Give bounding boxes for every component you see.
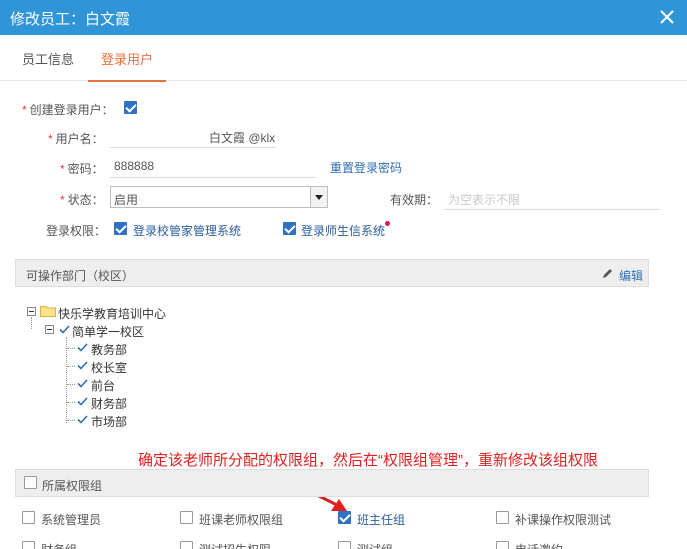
tree-campus[interactable]: 简单学一校区	[72, 323, 144, 340]
tree-root[interactable]: 快乐学教育培训中心	[58, 305, 166, 322]
tree-line	[31, 317, 32, 329]
check-icon	[77, 379, 88, 388]
permission-groups-select-all-checkbox[interactable]	[24, 476, 37, 489]
group-label: 补课操作权限测试	[515, 513, 612, 527]
dialog-title: 修改员工：白文霞	[10, 11, 131, 28]
group-label: 班课老师权限组	[199, 513, 284, 527]
status-label: * 状态：	[60, 193, 104, 207]
create-login-checkbox[interactable]	[124, 101, 137, 114]
group-checkbox[interactable]	[180, 511, 193, 524]
edit-departments-link[interactable]: 编辑	[619, 267, 643, 284]
username-label: * 用户名：	[48, 132, 104, 146]
check-icon	[77, 397, 88, 406]
expiry-underline	[444, 209, 660, 210]
folder-icon	[40, 306, 56, 317]
check-icon	[77, 415, 88, 424]
close-icon[interactable]	[657, 7, 677, 27]
permissions-label: 登录权限：	[46, 224, 107, 238]
tree-dept-item[interactable]: 市场部	[91, 413, 127, 430]
group-label: 测试招生权限	[199, 541, 271, 549]
status-value: 启用	[114, 193, 139, 207]
departments-section-header: 可操作部门（校区） 编辑	[15, 259, 649, 287]
group-label: 财务组	[41, 541, 77, 549]
group-checkbox[interactable]	[22, 541, 35, 549]
tree-dept-item[interactable]: 教务部	[91, 341, 127, 358]
group-checkbox[interactable]	[22, 511, 35, 524]
password-underline	[110, 177, 316, 178]
perm-manager-label: 登录校管家管理系统	[133, 224, 242, 238]
tab-login-user[interactable]: 登录用户	[88, 35, 166, 82]
tree-line	[67, 384, 75, 385]
chevron-down-icon[interactable]	[310, 187, 327, 207]
check-icon	[77, 343, 88, 352]
perm-teacher-student-label: 登录师生信系统	[301, 224, 386, 238]
permission-groups-section-header: 所属权限组	[15, 469, 649, 497]
group-checkbox[interactable]	[338, 541, 351, 549]
expiry-input[interactable]: 为空表示不限	[448, 191, 520, 208]
group-checkbox[interactable]	[496, 541, 509, 549]
tree-dept-item[interactable]: 财务部	[91, 395, 127, 412]
dialog-titlebar: 修改员工：白文霞	[0, 0, 687, 35]
reset-password-link[interactable]: 重置登录密码	[330, 159, 402, 176]
password-input[interactable]: 888888	[114, 159, 154, 173]
create-login-label: * 创建登录用户：	[22, 103, 114, 117]
status-select[interactable]: 启用	[110, 186, 328, 208]
annotation-text: 确定该老师所分配的权限组，然后在“权限组管理”，重新修改该组权限	[138, 452, 598, 469]
group-label: 测试组	[357, 541, 393, 549]
permission-groups-title: 所属权限组	[42, 479, 103, 493]
group-checkbox[interactable]	[338, 511, 351, 524]
tree-dept-item[interactable]: 前台	[91, 377, 115, 394]
expiry-label: 有效期：	[390, 193, 439, 207]
tree-line	[67, 402, 75, 403]
username-underline	[110, 147, 276, 148]
password-label: * 密码：	[60, 162, 104, 176]
tab-employee-info[interactable]: 员工信息	[12, 35, 84, 81]
check-icon	[77, 361, 88, 370]
pencil-icon[interactable]	[602, 268, 613, 279]
group-label: 电话邀约	[515, 541, 563, 549]
tab-bar: 员工信息 登录用户	[0, 35, 687, 82]
tree-line	[67, 420, 75, 421]
group-label: 班主任组	[357, 513, 406, 527]
tree-dept-item[interactable]: 校长室	[91, 359, 127, 376]
tree-collapse-icon[interactable]	[27, 307, 36, 316]
group-checkbox[interactable]	[496, 511, 509, 524]
perm-manager-checkbox[interactable]	[114, 222, 127, 235]
departments-title: 可操作部门（校区）	[26, 269, 135, 283]
tree-line	[67, 366, 75, 367]
tree-line	[66, 337, 67, 423]
perm-teacher-student-checkbox[interactable]	[283, 222, 296, 235]
group-label: 系统管理员	[41, 513, 102, 527]
username-value: 白文霞 @klx	[209, 131, 276, 145]
tree-line	[67, 348, 75, 349]
notification-dot	[385, 221, 390, 226]
check-icon	[59, 325, 70, 334]
tree-collapse-icon[interactable]	[45, 325, 54, 334]
group-checkbox[interactable]	[180, 541, 193, 549]
